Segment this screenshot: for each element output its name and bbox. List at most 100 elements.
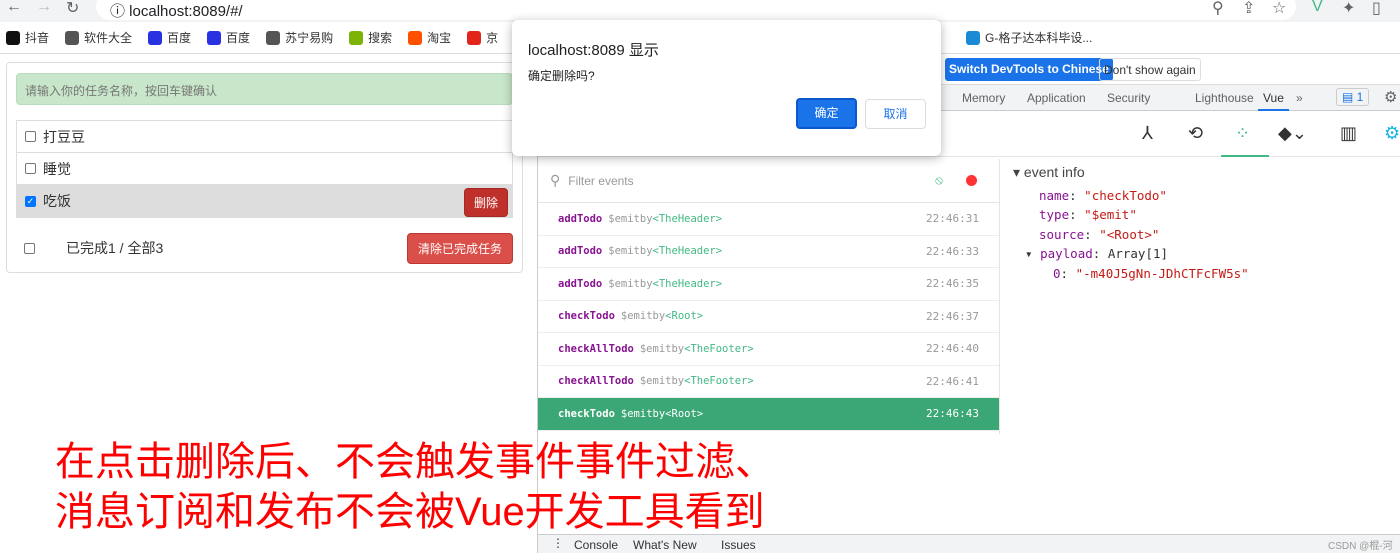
bookmark-item[interactable]: 软件大全 <box>65 29 132 46</box>
info-type: "$emit" <box>1084 207 1137 222</box>
event-by: by <box>671 375 685 388</box>
bookmark-item[interactable]: 百度 <box>207 29 250 46</box>
vue-settings-icon[interactable]: ⚙ <box>1384 123 1400 144</box>
forward-icon[interactable]: → <box>36 0 52 16</box>
todo-title: 吃饭 <box>43 193 71 209</box>
bookmark-item[interactable]: 搜索 <box>349 29 392 46</box>
bookmark-label: 百度 <box>226 31 251 45</box>
info-source: "<Root>" <box>1099 226 1160 242</box>
more-tabs-icon[interactable]: » <box>1296 91 1303 105</box>
todo-app: 请输入你的任务名称，按回车键确认 打豆豆 睡觉 ✓ 吃饭 删除 已完成1 / 全部3 清… <box>6 62 523 273</box>
event-row[interactable]: checkAllTodo $emit by <TheFooter> 22:46:40 <box>538 333 999 366</box>
bookmark-label: 软件大全 <box>84 31 133 45</box>
settings-icon[interactable]: ⚙ <box>1384 88 1397 106</box>
tab-security[interactable]: Security <box>1107 91 1150 105</box>
clear-events-icon[interactable]: ⦸ <box>935 173 943 188</box>
issues-badge[interactable]: ▤ 1 <box>1336 88 1370 106</box>
event-row[interactable]: addTodo $emit by <TheHeader> 22:46:31 <box>538 203 999 236</box>
event-info-header[interactable]: ▾ event info <box>1013 164 1393 184</box>
bookmark-icon <box>266 30 281 45</box>
caption-line-1: 在点击删除后、不会触发事件事件过滤、 <box>55 440 775 484</box>
todo-title: 睡觉 <box>43 160 71 177</box>
bookmark-icon <box>148 30 163 45</box>
event-name: checkAllTodo <box>558 375 634 388</box>
event-time: 22:46:35 <box>926 277 979 291</box>
extensions-icon[interactable]: ✦ <box>1342 0 1355 18</box>
todo-checkbox[interactable] <box>25 163 36 174</box>
star-icon[interactable]: ☆ <box>1272 0 1286 18</box>
drawer-tab-console[interactable]: Console <box>574 538 618 552</box>
bookmark-item[interactable]: 京 <box>467 29 498 46</box>
event-name: checkTodo <box>558 310 615 323</box>
task-input[interactable]: 请输入你的任务名称，按回车键确认 <box>16 73 513 105</box>
tab-vue[interactable]: Vue <box>1258 91 1289 111</box>
browser-toolbar: ← → ↻ ⓘ localhost:8089/#/ ⚲ ⇪ ☆ V ✦ ▯ <box>0 0 1400 22</box>
todo-checkbox[interactable]: ✓ <box>25 195 36 207</box>
tab-lighthouse[interactable]: Lighthouse <box>1195 91 1254 105</box>
event-name: addTodo <box>558 212 603 225</box>
bookmark-icon <box>966 30 980 45</box>
payload-toggle[interactable]: ▾ payload: Array[1] <box>1013 246 1393 266</box>
router-icon[interactable]: ◆⌄ <box>1278 123 1307 144</box>
event-row[interactable]: checkTodo $emit by <Root> 22:46:37 <box>538 301 999 333</box>
sidepanel-icon[interactable]: ▯ <box>1372 0 1381 18</box>
search-icon: ⚲ <box>550 172 561 188</box>
event-source: <TheHeader> <box>652 277 723 290</box>
performance-icon[interactable]: ▥ <box>1340 123 1357 144</box>
switch-language-button[interactable]: Switch DevTools to Chinese <box>945 58 1113 81</box>
event-by: by <box>639 245 653 258</box>
reload-icon[interactable]: ↻ <box>66 0 79 18</box>
event-name: checkTodo <box>558 407 615 420</box>
clear-completed-button[interactable]: 清除已完成任务 <box>406 233 513 264</box>
bookmark-label: 京 <box>486 31 499 45</box>
event-type: $emit <box>608 277 640 290</box>
record-icon[interactable] <box>966 175 977 186</box>
event-row[interactable]: checkAllTodo $emit by <TheFooter> 22:46:41 <box>538 366 999 398</box>
share-icon[interactable]: ⇪ <box>1242 0 1255 18</box>
bookmark-item[interactable]: 苏宁易购 <box>266 29 333 46</box>
dialog-message: 确定删除吗? <box>528 69 595 83</box>
drawer-tab-whats-new[interactable]: What's New <box>633 538 697 552</box>
ok-button[interactable]: 确定 <box>796 98 857 129</box>
timeline-icon[interactable]: ⟲ <box>1188 123 1203 144</box>
bookmark-item[interactable]: 抖音 <box>6 29 49 46</box>
bookmark-item[interactable]: 淘宝 <box>408 29 451 46</box>
event-type: $emit <box>639 342 672 355</box>
issues-count: 1 <box>1356 90 1364 104</box>
caption-line-2: 消息订阅和发布不会被Vue开发工具看到 <box>55 490 765 534</box>
check-all-checkbox[interactable] <box>24 242 35 254</box>
bookmark-item[interactable]: G-格子达本科毕设... <box>966 29 1092 46</box>
address-bar[interactable]: ⓘ localhost:8089/#/ <box>96 0 1296 20</box>
delete-button[interactable]: 删除 <box>463 188 508 217</box>
components-icon[interactable]: ⅄ <box>1142 123 1153 144</box>
confirm-dialog: localhost:8089 显示 确定删除吗? 确定 取消 <box>512 20 941 156</box>
event-source: <Root> <box>665 407 704 420</box>
bookmark-icon <box>6 30 20 45</box>
drawer-menu-icon[interactable]: ⋮ <box>552 536 564 550</box>
info-payload-item: "-m40J5gNn-JDhCTFcFW5s" <box>1075 265 1249 281</box>
event-row[interactable]: checkTodo $emit by <Root> 22:46:43 <box>538 398 999 431</box>
bookmark-item[interactable]: 百度 <box>148 29 191 46</box>
event-name: addTodo <box>558 245 603 258</box>
back-icon[interactable]: ← <box>6 0 22 16</box>
cancel-button[interactable]: 取消 <box>865 99 926 129</box>
todo-checkbox[interactable] <box>25 131 36 142</box>
vue-extension-icon[interactable]: V <box>1312 0 1323 16</box>
dont-show-again-button[interactable]: Don't show again <box>1099 58 1201 81</box>
bookmark-label: 搜索 <box>368 31 393 45</box>
event-type: $emit <box>620 407 653 420</box>
tab-memory[interactable]: Memory <box>962 91 1005 105</box>
events-icon[interactable]: ⁘ <box>1221 111 1269 157</box>
event-time: 22:46:33 <box>926 244 979 258</box>
tab-application[interactable]: Application <box>1027 91 1086 105</box>
filter-events-input[interactable]: ⚲ Filter events ⦸ <box>538 159 999 203</box>
event-row[interactable]: addTodo $emit by <TheHeader> 22:46:35 <box>538 268 999 301</box>
event-row[interactable]: addTodo $emit by <TheHeader> 22:46:33 <box>538 236 999 268</box>
zoom-icon[interactable]: ⚲ <box>1212 0 1224 18</box>
drawer-tab-issues[interactable]: Issues <box>721 538 756 552</box>
todo-item: ✓ 吃饭 删除 <box>17 185 512 217</box>
bookmark-icon <box>65 30 80 45</box>
event-by: by <box>671 342 685 355</box>
todo-footer: 已完成1 / 全部3 清除已完成任务 <box>16 233 513 264</box>
event-info-title: event info <box>1023 164 1085 180</box>
